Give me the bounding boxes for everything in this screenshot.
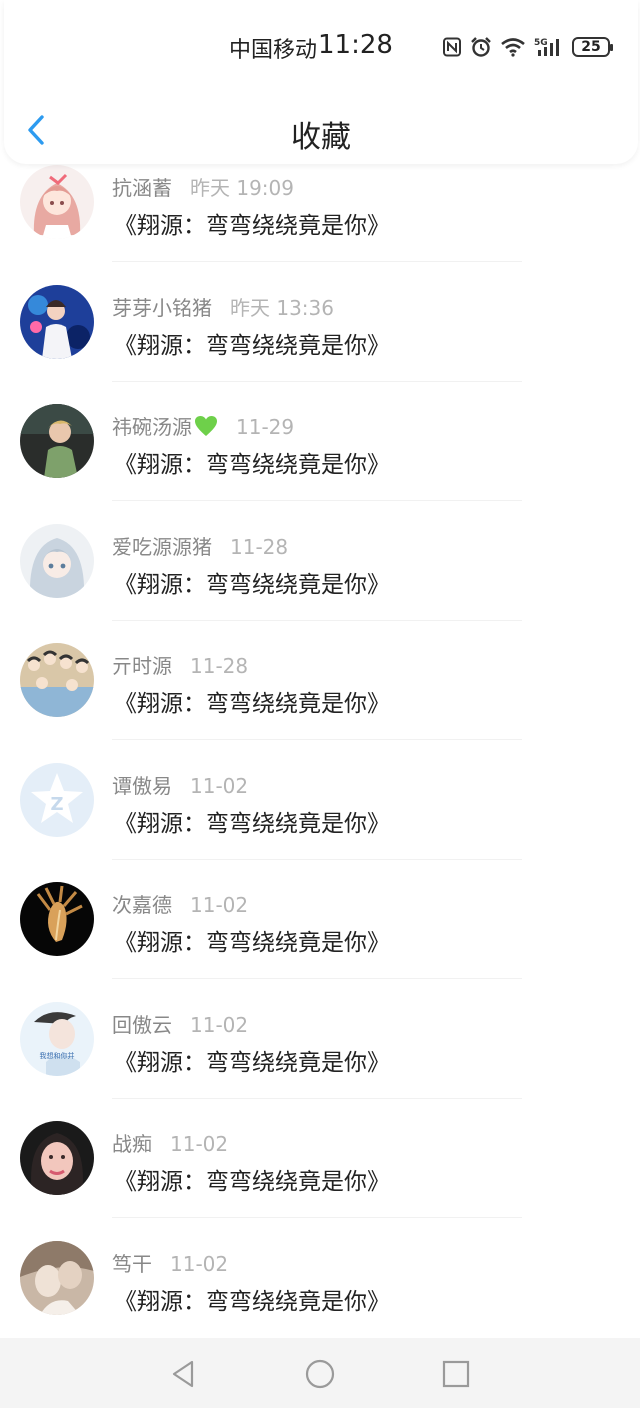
home-circle-icon[interactable]	[304, 1358, 336, 1390]
header: 中国移动 11:28 5G 25 收藏	[4, 0, 638, 164]
message-text: 《翔源：弯弯绕绕竟是你》	[114, 930, 390, 956]
avatar-caption: 我想和你并	[40, 1051, 75, 1060]
recents-square-icon[interactable]	[440, 1358, 472, 1390]
timestamp: 11-02	[190, 893, 249, 917]
message-text: 《翔源：弯弯绕绕竟是你》	[114, 1169, 390, 1195]
list-item[interactable]: 祎碗汤源 11-29 《翔源：弯弯绕绕竟是你》	[0, 403, 640, 523]
navbar: 收藏	[4, 96, 638, 164]
status-time: 11:28	[318, 30, 393, 60]
favorites-list: 抗涵蓄昨天 19:09 《翔源：弯弯绕绕竟是你》 芽芽小铭猪昨天 13:36	[0, 164, 640, 1315]
status-bar: 中国移动 11:28 5G 25	[4, 0, 638, 96]
favorites-screen: 中国移动 11:28 5G 25 收藏 抗涵蓄 昨天 19:09 《翔源：弯弯绕…	[0, 0, 640, 1408]
timestamp: 11-02	[170, 1251, 229, 1276]
message-text: 《翔源：弯弯绕绕竟是你》	[114, 571, 390, 598]
user-name: 祎碗汤源	[112, 415, 192, 439]
list-item[interactable]: 爱吃源源猪 11-28 《翔源：弯弯绕绕竟是你》	[0, 523, 640, 643]
message-text: 《翔源：弯弯绕绕竟是你》	[114, 1049, 390, 1076]
divider	[112, 500, 522, 501]
message-text: 《翔源：弯弯绕绕竟是你》	[114, 213, 390, 239]
stage-photo-avatar[interactable]	[20, 284, 94, 359]
nfc-icon	[442, 37, 462, 57]
timestamp: 11-28	[190, 654, 249, 678]
anime-girl-avatar[interactable]	[20, 165, 94, 239]
message-text: 《翔源：弯弯绕绕竟是你》	[114, 810, 390, 837]
list-item[interactable]: 我想和你并 回傲云 11-02 《翔源：弯弯绕绕竟是你》	[0, 1001, 640, 1121]
message-text: 《翔源：弯弯绕绕竟是你》	[114, 332, 390, 359]
user-name: 亓时源	[112, 654, 172, 678]
divider	[112, 739, 522, 740]
user-name: 战痴	[112, 1132, 152, 1156]
battery-icon: 25	[572, 37, 613, 57]
timestamp: 11-02	[190, 773, 249, 798]
5g-signal-icon: 5G	[534, 36, 564, 58]
qzone-default-avatar[interactable]: Z	[20, 762, 94, 837]
divider	[112, 1217, 522, 1218]
list-item[interactable]: 亓时源 11-28 《翔源：弯弯绕绕竟是你》	[0, 642, 640, 762]
svg-text:Z: Z	[50, 794, 63, 815]
list-item[interactable]: 次嘉德 11-02 《翔源：弯弯绕绕竟是你》	[0, 881, 640, 1001]
user-name: 抗涵蓄	[112, 176, 172, 200]
status-icons: 5G 25	[442, 36, 613, 58]
night-portrait-avatar[interactable]	[20, 404, 94, 478]
seashell-avatar[interactable]	[20, 882, 94, 956]
timestamp: 昨天 19:09	[190, 176, 294, 200]
carrier-label: 中国移动	[229, 38, 318, 63]
list-item[interactable]: Z 谭傲易 11-02 《翔源：弯弯绕绕竟是你》	[0, 762, 640, 882]
user-name: 芽芽小铭猪	[112, 295, 212, 320]
sepia-photo-avatar[interactable]	[20, 1240, 94, 1315]
svg-text:5G: 5G	[534, 38, 548, 48]
system-nav-bar	[0, 1338, 640, 1408]
divider	[112, 858, 522, 860]
divider	[112, 1097, 522, 1099]
user-name: 谭傲易	[112, 773, 172, 798]
user-name: 回傲云	[112, 1012, 172, 1037]
divider	[112, 380, 522, 382]
timestamp: 11-28	[230, 534, 289, 559]
cartoon-group-avatar[interactable]	[20, 643, 94, 717]
anime-silver-hair-avatar[interactable]	[20, 523, 94, 598]
list-item[interactable]: 抗涵蓄 昨天 19:09 《翔源：弯弯绕绕竟是你》	[0, 164, 640, 284]
list-item[interactable]: 芽芽小铭猪 昨天 13:36 《翔源：弯弯绕绕竟是你》	[0, 284, 640, 404]
message-text: 《翔源：弯弯绕绕竟是你》	[114, 691, 390, 717]
timestamp: 11-02	[170, 1132, 229, 1156]
list-item[interactable]: 战痴 11-02 《翔源：弯弯绕绕竟是你》	[0, 1120, 640, 1240]
timestamp: 昨天 13:36	[230, 295, 334, 320]
divider	[112, 261, 522, 262]
timestamp: 11-02	[190, 1012, 249, 1037]
selfie-avatar[interactable]	[20, 1121, 94, 1195]
message-text: 《翔源：弯弯绕绕竟是你》	[114, 1288, 390, 1315]
green-heart-icon	[194, 415, 218, 442]
wifi-icon	[500, 37, 526, 57]
user-name: 笃干	[112, 1251, 152, 1276]
divider	[112, 978, 522, 979]
portrait-caption-avatar[interactable]: 我想和你并	[20, 1001, 94, 1076]
divider	[112, 619, 522, 621]
user-name: 次嘉德	[112, 893, 172, 917]
back-triangle-icon[interactable]	[168, 1358, 200, 1390]
page-title: 收藏	[291, 120, 351, 155]
message-text: 《翔源：弯弯绕绕竟是你》	[114, 452, 390, 478]
user-name: 爱吃源源猪	[112, 534, 212, 559]
alarm-icon	[470, 36, 492, 58]
timestamp: 11-29	[236, 415, 295, 439]
